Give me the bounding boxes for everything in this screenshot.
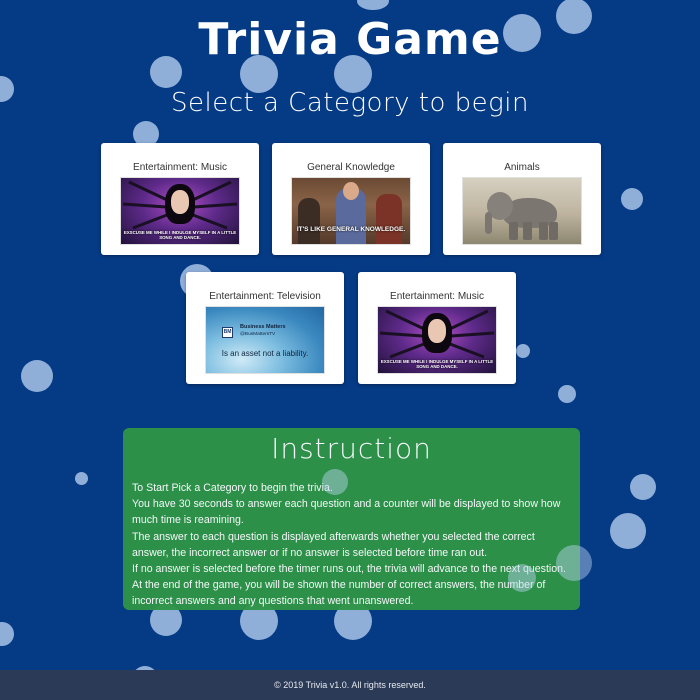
category-card-entertainment-music-2[interactable]: Entertainment: Music EXSCUSE ME WHILE I … (358, 272, 516, 384)
singer-face (171, 190, 189, 214)
thumbnail-caption: IT'S LIKE GENERAL KNOWLEDGE. (296, 226, 406, 233)
thumbnail-caption: EXSCUSE ME WHILE I INDULGE MYSELF IN A L… (380, 359, 494, 369)
category-thumbnail: BM Business Matters @BusMattersTV Is an … (205, 306, 325, 374)
decorative-bubble (0, 622, 14, 646)
thumbnail-caption: EXSCUSE ME WHILE I INDULGE MYSELF IN A L… (123, 230, 237, 240)
elephant-leg (523, 222, 532, 240)
instruction-heading: Instruction (271, 432, 432, 465)
instruction-line: You have 30 seconds to answer each quest… (132, 498, 561, 527)
account-logo: BM (222, 327, 233, 338)
elephant-leg (549, 222, 558, 240)
elephant-trunk (485, 212, 492, 234)
elephant-leg (539, 222, 548, 240)
decorative-bubble (556, 545, 592, 581)
decorative-bubble (322, 469, 348, 495)
category-card-title: Entertainment: Music (133, 162, 227, 173)
category-card-entertainment-television[interactable]: Entertainment: Television BM Business Ma… (186, 272, 344, 384)
footer: © 2019 Trivia v1.0. All rights reserved. (0, 670, 700, 700)
decorative-bubble (558, 385, 576, 403)
instruction-line: To Start Pick a Category to begin the tr… (132, 482, 333, 494)
category-card-entertainment-music[interactable]: Entertainment: Music EXSCUSE ME WHILE I … (101, 143, 259, 255)
category-card-title: General Knowledge (307, 162, 395, 173)
category-thumbnail: IT'S LIKE GENERAL KNOWLEDGE. (291, 177, 411, 245)
thumbnail-caption: Is an asset not a liability. (221, 349, 309, 358)
scene-person (376, 194, 402, 244)
singer-face (428, 319, 446, 343)
footer-copyright: © 2019 Trivia v1.0. All rights reserved. (274, 680, 426, 690)
elephant-leg (509, 222, 518, 240)
instruction-line: If no answer is selected before the time… (132, 563, 566, 608)
scene-person (298, 198, 320, 244)
tweet-account-name: Business Matters (240, 324, 286, 330)
category-card-animals[interactable]: Animals (443, 143, 601, 255)
category-card-general-knowledge[interactable]: General Knowledge IT'S LIKE GENERAL KNOW… (272, 143, 430, 255)
page-title: Trivia Game (198, 14, 502, 65)
category-thumbnail (462, 177, 582, 245)
decorative-bubble (516, 344, 530, 358)
tweet-account-handle: @BusMattersTV (240, 332, 276, 337)
decorative-bubble (630, 474, 656, 500)
category-card-title: Animals (504, 162, 540, 173)
decorative-bubble (357, 0, 389, 10)
decorative-bubble (21, 360, 53, 392)
instruction-line: The answer to each question is displayed… (132, 530, 535, 559)
decorative-bubble (621, 188, 643, 210)
decorative-bubble (508, 564, 536, 592)
decorative-bubble (610, 513, 646, 549)
scene-person-head (343, 182, 359, 200)
instruction-body: To Start Pick a Category to begin the tr… (132, 480, 572, 610)
page-subtitle: Select a Category to begin (171, 88, 529, 118)
category-thumbnail: EXSCUSE ME WHILE I INDULGE MYSELF IN A L… (120, 177, 240, 245)
category-thumbnail: EXSCUSE ME WHILE I INDULGE MYSELF IN A L… (377, 306, 497, 374)
category-card-title: Entertainment: Music (390, 291, 484, 302)
category-card-title: Entertainment: Television (209, 291, 321, 302)
decorative-bubble (75, 472, 88, 485)
